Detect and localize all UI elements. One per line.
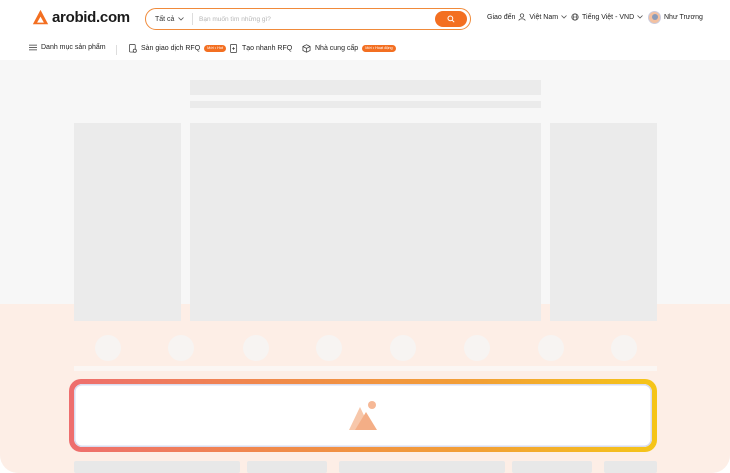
nav-product-categories[interactable]: Danh mục sản phẩm (29, 44, 106, 51)
avatar (648, 11, 661, 24)
search-icon (447, 15, 455, 23)
user-location-icon (518, 13, 526, 21)
skeleton-category-circle (611, 335, 637, 361)
logo-mark-icon (32, 9, 49, 25)
highlighted-banner-card[interactable] (69, 379, 657, 452)
skeleton-bottom-item (512, 461, 592, 473)
new-active-badge: Mới • Hoạt động (362, 45, 396, 52)
skeleton-bottom-item (247, 461, 327, 473)
search-category-select[interactable]: Tất cả (146, 16, 192, 23)
skeleton-category-labels (74, 366, 657, 371)
skeleton-category-circle (390, 335, 416, 361)
user-name: Như Trương (664, 14, 703, 21)
menu-list-icon (29, 44, 37, 51)
user-menu[interactable]: Như Trương (648, 11, 703, 24)
search-bar: Tất cả (145, 8, 471, 30)
skeleton-bottom-item (604, 461, 657, 473)
chevron-down-icon (637, 15, 643, 19)
search-button[interactable] (435, 11, 467, 27)
skeleton-category-circle (95, 335, 121, 361)
deliver-label: Giao đến (487, 13, 516, 21)
nav-quick-rfq[interactable]: Tạo nhanh RFQ (230, 44, 292, 53)
new-hot-badge: Mới • Hot (204, 45, 227, 52)
skeleton-category-circle (168, 335, 194, 361)
nav-product-categories-label: Danh mục sản phẩm (41, 44, 106, 51)
skeleton-title (190, 80, 541, 95)
logo-text: arobid.com (52, 9, 130, 26)
nav-suppliers-label: Nhà cung cấp (315, 45, 359, 52)
skeleton-bottom-item (74, 461, 240, 473)
chevron-down-icon (561, 15, 567, 19)
globe-icon (571, 13, 579, 21)
skeleton-subtitle (190, 101, 541, 108)
skeleton-main-banner (190, 123, 541, 321)
skeleton-left-panel (74, 123, 181, 321)
nav-suppliers[interactable]: Nhà cung cấp Mới • Hoạt động (302, 44, 396, 53)
skeleton-category-circle (464, 335, 490, 361)
skeleton-category-circle (538, 335, 564, 361)
language-currency-selector[interactable]: Tiếng Việt - VND (571, 13, 643, 21)
search-input[interactable] (193, 12, 435, 26)
skeleton-category-circle (316, 335, 342, 361)
box-icon (302, 44, 311, 53)
search-category-label: Tất cả (155, 15, 175, 23)
logo[interactable]: arobid.com (32, 9, 130, 26)
nav-rfq-exchange-label: Sàn giao dịch RFQ (141, 45, 201, 52)
nav-quick-rfq-label: Tạo nhanh RFQ (242, 45, 293, 52)
chevron-down-icon (178, 17, 185, 21)
nav-rfq-exchange[interactable]: Sàn giao dịch RFQ Mới • Hot (129, 44, 227, 53)
language-currency-label: Tiếng Việt - VND (582, 13, 635, 21)
sub-navigation: Danh mục sản phẩm Sàn giao dịch RFQ Mới … (0, 40, 730, 60)
deliver-to-selector[interactable]: Giao đến Việt Nam (487, 13, 567, 21)
top-header: arobid.com Tất cả Giao đến Việt Nam Tiến… (0, 0, 730, 40)
rfq-doc-icon (129, 44, 137, 53)
quick-rfq-icon (230, 44, 238, 53)
image-placeholder-icon (349, 400, 377, 430)
nav-divider (116, 45, 117, 55)
skeleton-bottom-item (339, 461, 505, 473)
skeleton-category-circle (243, 335, 269, 361)
skeleton-right-panel (550, 123, 657, 321)
deliver-location: Việt Nam (529, 13, 559, 21)
banner-image-placeholder (74, 384, 652, 447)
app-frame: arobid.com Tất cả Giao đến Việt Nam Tiến… (0, 0, 730, 473)
